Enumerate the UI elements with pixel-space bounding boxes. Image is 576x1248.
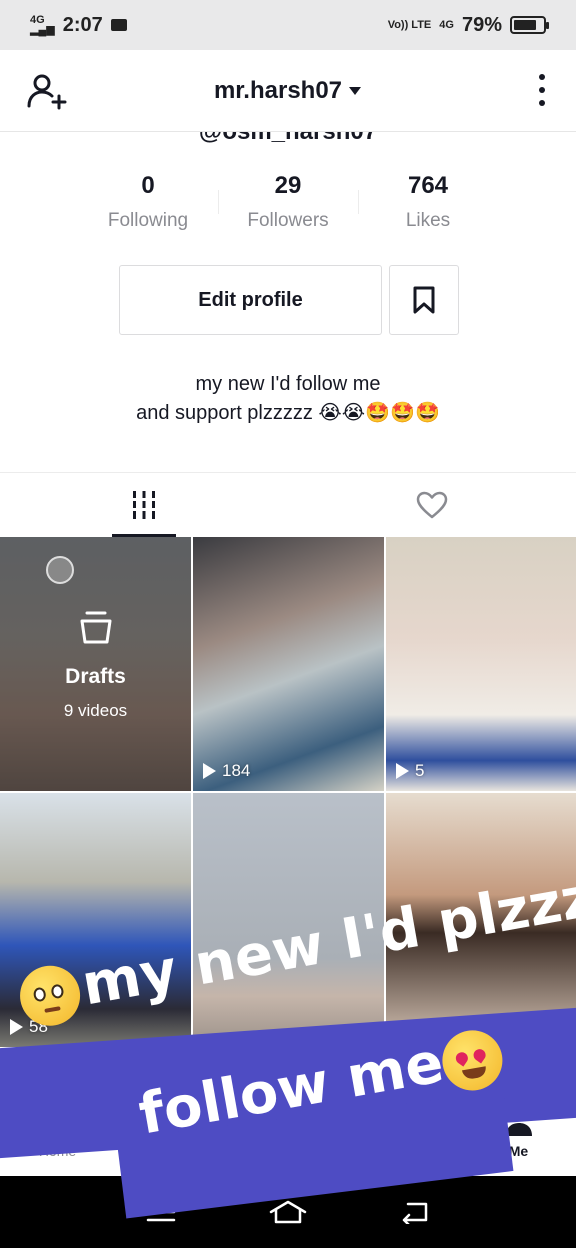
content-tabs xyxy=(0,472,576,537)
tab-liked[interactable] xyxy=(288,473,576,537)
nav-home[interactable]: Home xyxy=(0,1087,115,1177)
likes-label: Likes xyxy=(405,210,451,231)
account-switcher[interactable]: mr.harsh07 xyxy=(214,77,362,105)
grid-videos-icon xyxy=(133,491,155,519)
heart-icon xyxy=(416,491,448,519)
heart-eyes-emoji-icon xyxy=(437,1025,508,1096)
back-icon[interactable] xyxy=(400,1200,430,1224)
play-icon xyxy=(203,763,216,779)
followers-count: 29 xyxy=(274,172,302,199)
nav-me-label: Me xyxy=(508,1143,529,1159)
bio-line-1: my new I'd follow me xyxy=(195,373,381,395)
followers-label: Followers xyxy=(247,210,329,231)
volte-indicator: Vo)) LTE xyxy=(387,19,432,31)
following-label: Following xyxy=(107,210,189,231)
nav-home-label: Home xyxy=(38,1143,77,1159)
system-navigation-bar xyxy=(0,1176,576,1248)
menu-icon[interactable] xyxy=(146,1201,176,1223)
drafts-count: 9 videos xyxy=(63,701,128,720)
home-icon[interactable] xyxy=(268,1199,308,1225)
stat-following[interactable]: 0 Following xyxy=(78,172,218,232)
clock: 2:07 xyxy=(62,13,103,36)
network-type-right: 4G xyxy=(439,19,454,31)
likes-count: 764 xyxy=(407,172,449,199)
following-count: 0 xyxy=(141,172,155,199)
stat-followers[interactable]: 29 Followers xyxy=(218,172,358,232)
tab-videos[interactable] xyxy=(0,473,288,537)
profile-stats: 0 Following 29 Followers 764 Likes xyxy=(78,172,498,232)
draft-thumb-indicator xyxy=(46,556,74,584)
signal-icon: 4G ▂▄▆ xyxy=(30,14,55,36)
favorites-button[interactable] xyxy=(389,265,459,335)
pleading-face-emoji-icon xyxy=(15,960,85,1031)
stat-divider xyxy=(218,190,219,214)
view-count: 5 xyxy=(396,761,424,781)
battery-percent: 79% xyxy=(461,13,502,36)
stat-divider xyxy=(358,190,359,214)
battery-icon xyxy=(510,16,549,34)
nav-me[interactable]: Me xyxy=(461,1087,576,1177)
drafts-tile[interactable]: Drafts 9 videos xyxy=(0,537,191,791)
play-icon xyxy=(396,763,409,779)
video-tile[interactable]: 5 xyxy=(386,537,576,791)
status-bar: 4G ▂▄▆ 2:07 Vo)) LTE 4G 79% xyxy=(0,0,576,50)
profile-icon xyxy=(505,1106,532,1136)
video-tile[interactable]: 184 xyxy=(193,537,384,791)
more-options-icon[interactable] xyxy=(538,74,546,106)
play-icon xyxy=(10,1019,23,1035)
username: mr.harsh07 xyxy=(213,76,343,104)
nav-inbox-label: Inbox xyxy=(386,1143,421,1159)
network-type: 4G xyxy=(30,14,45,26)
video-recording-icon xyxy=(110,19,127,31)
caret-down-icon xyxy=(349,86,362,95)
profile-header: mr.harsh07 xyxy=(0,50,576,132)
profile-bio: my new I'd follow me and support plzzzzz… xyxy=(0,370,576,428)
stat-likes[interactable]: 764 Likes xyxy=(358,172,498,232)
bio-line-2: and support plzzzzz 😭😭🤩🤩🤩 xyxy=(136,402,440,424)
drafts-title: Drafts xyxy=(65,665,126,688)
drafts-icon xyxy=(80,611,112,644)
bookmark-icon xyxy=(413,286,435,314)
edit-profile-button[interactable]: Edit profile xyxy=(119,265,382,335)
view-count: 184 xyxy=(203,761,250,781)
add-user-icon[interactable] xyxy=(26,72,68,112)
